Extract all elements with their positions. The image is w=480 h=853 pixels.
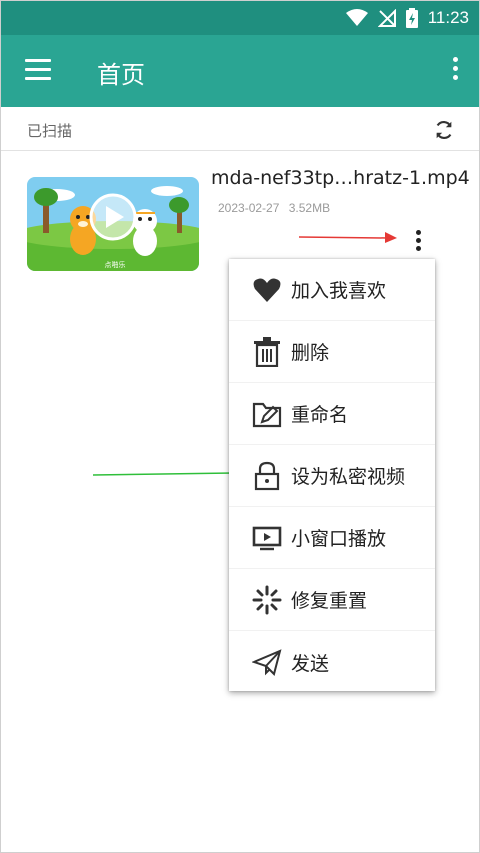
video-title[interactable]: mda-nef33tp…hratz-1.mp4	[211, 167, 470, 189]
scan-header: 已扫描	[1, 107, 479, 151]
green-arrow-annotation	[93, 467, 244, 479]
scan-label: 已扫描	[27, 122, 73, 140]
menu-item-mini-player[interactable]: 小窗口播放	[229, 507, 435, 569]
video-date: 2023-02-27	[218, 201, 280, 215]
folder-edit-icon	[251, 398, 283, 430]
status-bar: 11:23	[1, 1, 479, 35]
refresh-icon[interactable]	[433, 119, 455, 141]
menu-item-label: 发送	[291, 652, 330, 675]
no-signal-icon	[377, 9, 396, 27]
wifi-icon	[345, 9, 368, 26]
overflow-menu-icon[interactable]	[449, 57, 461, 85]
status-time: 11:23	[427, 8, 469, 27]
video-meta: 2023-02-27 3.52MB	[218, 201, 330, 215]
heart-icon	[251, 274, 283, 306]
menu-item-label: 加入我喜欢	[291, 280, 387, 302]
menu-item-rename[interactable]: 重命名	[229, 383, 435, 445]
menu-item-private[interactable]: 设为私密视频	[229, 445, 435, 507]
send-icon	[251, 646, 283, 678]
menu-item-label: 设为私密视频	[291, 466, 406, 488]
app-bar: 首页	[1, 35, 479, 107]
lock-icon	[251, 460, 283, 492]
loading-spinner-icon	[251, 584, 283, 616]
menu-item-repair[interactable]: 修复重置	[229, 569, 435, 631]
video-size: 3.52MB	[288, 201, 331, 215]
page-title: 首页	[97, 61, 145, 89]
context-menu: 加入我喜欢 删除 重命名 设为私密视频 小窗口播放 修复重置 发送	[229, 259, 435, 691]
menu-item-label: 删除	[291, 342, 330, 364]
thumb-caption: 点啪乐	[105, 260, 126, 269]
cartoon-thumbnail-image: 点啪乐	[27, 177, 199, 271]
red-arrow-annotation	[299, 232, 397, 243]
video-thumbnail[interactable]: 点啪乐	[27, 177, 199, 271]
battery-charging-icon	[405, 8, 418, 28]
menu-item-delete[interactable]: 删除	[229, 321, 435, 383]
status-icons: 11:23	[345, 1, 469, 35]
menu-item-favorite[interactable]: 加入我喜欢	[229, 259, 435, 321]
menu-item-label: 重命名	[291, 404, 349, 426]
trash-icon	[251, 336, 283, 368]
item-more-options-icon[interactable]	[412, 230, 424, 256]
hamburger-menu-icon[interactable]	[25, 59, 51, 81]
menu-item-send[interactable]: 发送	[229, 631, 435, 693]
picture-in-picture-icon	[251, 522, 283, 554]
menu-item-label: 修复重置	[291, 590, 368, 612]
menu-item-label: 小窗口播放	[291, 528, 387, 550]
screen: 11:23 首页 已扫描 点啪乐 mda-nef33tp…hratz-1.mp4…	[0, 0, 480, 853]
